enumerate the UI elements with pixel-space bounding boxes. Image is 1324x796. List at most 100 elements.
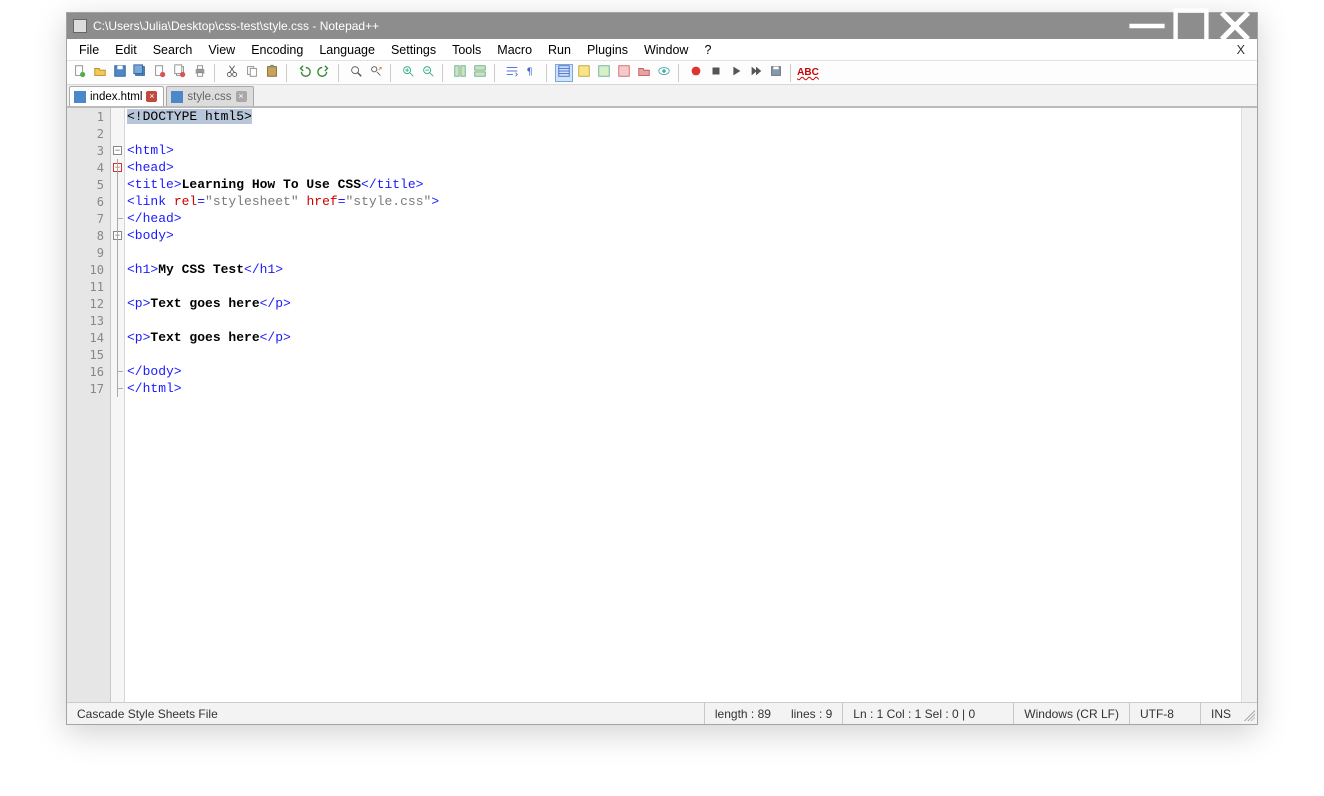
play-multi-icon [749, 64, 763, 81]
tab-index-html[interactable]: index.html× [69, 86, 164, 106]
status-encoding: UTF-8 [1130, 703, 1200, 724]
find-button[interactable] [347, 64, 365, 82]
zoom-out-icon [421, 64, 435, 81]
code-line[interactable] [127, 312, 1241, 329]
new-file-icon [73, 64, 87, 81]
title-bar[interactable]: C:\Users\Julia\Desktop\css-test\style.cs… [67, 13, 1257, 39]
menu-plugins[interactable]: Plugins [579, 41, 636, 59]
func-list-icon [617, 64, 631, 81]
status-filetype: Cascade Style Sheets File [67, 703, 228, 724]
line-number-gutter[interactable]: 1234567891011121314151617 [67, 108, 111, 702]
spell-check-button[interactable]: ABC [799, 64, 817, 82]
print-button[interactable] [191, 64, 209, 82]
sync-h-button[interactable] [471, 64, 489, 82]
menu-encoding[interactable]: Encoding [243, 41, 311, 59]
menu-run[interactable]: Run [540, 41, 579, 59]
copy-button[interactable] [243, 64, 261, 82]
monitoring-icon [657, 64, 671, 81]
code-line[interactable]: </html> [127, 380, 1241, 397]
save-all-button[interactable] [131, 64, 149, 82]
save-button[interactable] [111, 64, 129, 82]
redo-button[interactable] [315, 64, 333, 82]
find-replace-icon [369, 64, 383, 81]
close-doc-button[interactable]: X [1229, 43, 1253, 57]
vertical-scrollbar[interactable] [1241, 108, 1257, 702]
code-line[interactable]: <body> [127, 227, 1241, 244]
code-line[interactable]: </body> [127, 363, 1241, 380]
new-file-button[interactable] [71, 64, 89, 82]
open-file-button[interactable] [91, 64, 109, 82]
file-icon [74, 91, 86, 103]
close-all-button[interactable] [171, 64, 189, 82]
menu-window[interactable]: Window [636, 41, 696, 59]
save-macro-button[interactable] [767, 64, 785, 82]
find-icon [349, 64, 363, 81]
tab-style-css[interactable]: style.css× [166, 86, 253, 106]
all-chars-button[interactable]: ¶ [523, 64, 541, 82]
code-line[interactable]: <link rel="stylesheet" href="style.css"> [127, 193, 1241, 210]
code-line[interactable] [127, 346, 1241, 363]
code-line[interactable]: <h1>My CSS Test</h1> [127, 261, 1241, 278]
zoom-in-button[interactable] [399, 64, 417, 82]
fold-margin[interactable] [111, 108, 125, 702]
svg-text:¶: ¶ [527, 67, 533, 78]
cut-button[interactable] [223, 64, 241, 82]
save-icon [113, 64, 127, 81]
code-editor[interactable]: <!DOCTYPE html5> <html><head><title>Learn… [125, 108, 1241, 702]
menu-q[interactable]: ? [696, 41, 719, 59]
code-line[interactable]: </head> [127, 210, 1241, 227]
doc-map-button[interactable] [595, 64, 613, 82]
maximize-button[interactable] [1169, 13, 1213, 39]
play-multi-button[interactable] [747, 64, 765, 82]
print-icon [193, 64, 207, 81]
tab-close-icon[interactable]: × [146, 91, 157, 102]
code-line[interactable]: <!DOCTYPE html5> [127, 108, 1241, 125]
code-line[interactable]: <title>Learning How To Use CSS</title> [127, 176, 1241, 193]
tab-close-icon[interactable]: × [236, 91, 247, 102]
lang-udl-button[interactable] [575, 64, 593, 82]
monitoring-button[interactable] [655, 64, 673, 82]
redo-icon [317, 64, 331, 81]
close-file-button[interactable] [151, 64, 169, 82]
menu-settings[interactable]: Settings [383, 41, 444, 59]
menu-language[interactable]: Language [311, 41, 383, 59]
menu-tools[interactable]: Tools [444, 41, 489, 59]
code-line[interactable] [127, 244, 1241, 261]
zoom-out-button[interactable] [419, 64, 437, 82]
close-button[interactable] [1213, 13, 1257, 39]
spell-check-icon: ABC [797, 67, 819, 78]
save-macro-icon [769, 64, 783, 81]
fold-toggle-icon[interactable] [113, 146, 122, 155]
all-chars-icon: ¶ [525, 64, 539, 81]
code-line[interactable]: <head> [127, 159, 1241, 176]
indent-guide-button[interactable] [555, 64, 573, 82]
minimize-button[interactable] [1125, 13, 1169, 39]
menu-macro[interactable]: Macro [489, 41, 540, 59]
func-list-button[interactable] [615, 64, 633, 82]
paste-icon [265, 64, 279, 81]
code-line[interactable]: <p>Text goes here</p> [127, 329, 1241, 346]
folder-as-workspace-button[interactable] [635, 64, 653, 82]
find-replace-button[interactable] [367, 64, 385, 82]
record-macro-button[interactable] [687, 64, 705, 82]
menu-view[interactable]: View [200, 41, 243, 59]
code-line[interactable] [127, 125, 1241, 142]
doc-map-icon [597, 64, 611, 81]
menu-search[interactable]: Search [145, 41, 201, 59]
code-line[interactable]: <html> [127, 142, 1241, 159]
menu-edit[interactable]: Edit [107, 41, 145, 59]
open-file-icon [93, 64, 107, 81]
editor-area: 1234567891011121314151617 <!DOCTYPE html… [67, 107, 1257, 702]
word-wrap-button[interactable] [503, 64, 521, 82]
stop-macro-button[interactable] [707, 64, 725, 82]
word-wrap-icon [505, 64, 519, 81]
menu-file[interactable]: File [71, 41, 107, 59]
undo-button[interactable] [295, 64, 313, 82]
code-line[interactable] [127, 278, 1241, 295]
status-position: Ln : 1 Col : 1 Sel : 0 | 0 [843, 703, 1013, 724]
paste-button[interactable] [263, 64, 281, 82]
sync-v-button[interactable] [451, 64, 469, 82]
play-macro-button[interactable] [727, 64, 745, 82]
resize-grip-icon[interactable] [1241, 707, 1255, 721]
code-line[interactable]: <p>Text goes here</p> [127, 295, 1241, 312]
